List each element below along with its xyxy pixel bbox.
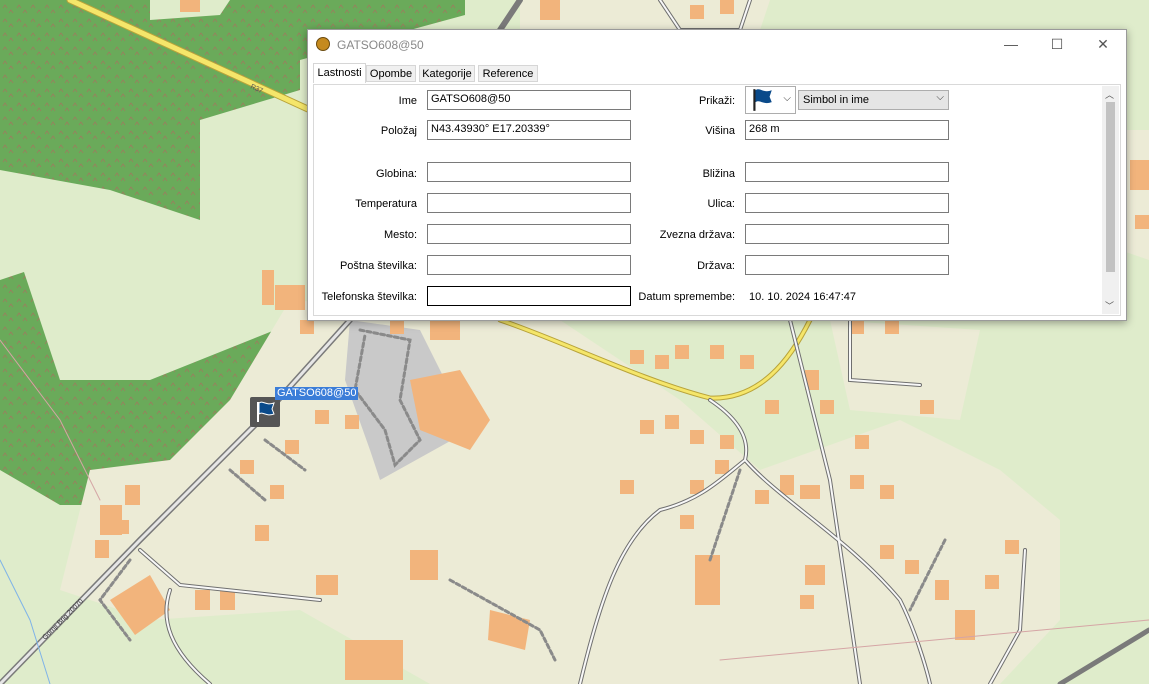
waypoint-marker[interactable] bbox=[250, 397, 280, 427]
maximize-button[interactable]: ☐ bbox=[1034, 30, 1080, 58]
scrollbar-thumb[interactable] bbox=[1106, 102, 1115, 272]
label-drzava: Država: bbox=[697, 260, 735, 272]
title-bar[interactable]: GATSO608@50 — ☐ ✕ bbox=[308, 30, 1126, 58]
telefonska-stevilka-field[interactable] bbox=[427, 286, 631, 306]
blue-flag-icon bbox=[257, 401, 275, 422]
symbol-picker[interactable]: ⌵ bbox=[745, 86, 796, 114]
display-mode-select[interactable]: Simbol in ime ⌵ bbox=[798, 90, 949, 110]
label-polozaj: Položaj bbox=[380, 125, 417, 137]
datum-spremembe-value: 10. 10. 2024 16:47:47 bbox=[749, 291, 857, 303]
label-datum-spremembe: Datum spremembe: bbox=[638, 291, 735, 303]
tab-lastnosti[interactable]: Lastnosti bbox=[313, 63, 366, 83]
app-icon bbox=[316, 37, 330, 51]
close-button[interactable]: ✕ bbox=[1080, 30, 1126, 58]
ime-field[interactable]: GATSO608@50 bbox=[427, 90, 631, 110]
waypoint-properties-window: GATSO608@50 — ☐ ✕ Lastnosti Opombe Kateg… bbox=[307, 29, 1127, 321]
mesto-field[interactable] bbox=[427, 224, 631, 244]
label-zvezna-drzava: Zvezna država: bbox=[659, 229, 735, 241]
properties-panel: Ime GATSO608@50 Položaj N43.43930° E17.2… bbox=[313, 84, 1121, 316]
globina-field[interactable] bbox=[427, 162, 631, 182]
tab-kategorije[interactable]: Kategorije bbox=[419, 65, 475, 82]
visina-field[interactable]: 268 m bbox=[745, 120, 949, 140]
zvezna-drzava-field[interactable] bbox=[745, 224, 949, 244]
polozaj-field[interactable]: N43.43930° E17.20339° bbox=[427, 120, 631, 140]
label-temperatura: Temperatura bbox=[355, 198, 417, 210]
chevron-down-icon: ⌵ bbox=[783, 93, 791, 104]
label-telefonska-stevilka: Telefonska številka: bbox=[321, 291, 417, 303]
vertical-scrollbar[interactable]: ︿ ﹀ bbox=[1102, 86, 1119, 314]
label-blizina: Bližina bbox=[702, 168, 735, 180]
window-title: GATSO608@50 bbox=[337, 38, 424, 52]
minimize-button[interactable]: — bbox=[988, 30, 1034, 58]
waypoint-label[interactable]: GATSO608@50 bbox=[275, 387, 359, 400]
tab-opombe[interactable]: Opombe bbox=[366, 65, 416, 82]
ulica-field[interactable] bbox=[745, 193, 949, 213]
scroll-up-icon[interactable]: ︿ bbox=[1105, 88, 1114, 101]
postna-stevilka-field[interactable] bbox=[427, 255, 631, 275]
display-mode-value: Simbol in ime bbox=[803, 94, 870, 106]
label-mesto: Mesto: bbox=[383, 229, 417, 241]
tab-reference[interactable]: Reference bbox=[478, 65, 538, 82]
blizina-field[interactable] bbox=[745, 162, 949, 182]
label-ime: Ime bbox=[398, 95, 417, 107]
label-visina: Višina bbox=[705, 125, 735, 137]
blue-flag-icon bbox=[753, 89, 772, 111]
label-globina: Globina: bbox=[376, 168, 417, 180]
label-prikazi: Prikaži: bbox=[698, 95, 735, 107]
label-postna-stevilka: Poštna številka: bbox=[339, 260, 417, 272]
chevron-down-icon: ⌵ bbox=[936, 92, 944, 103]
scroll-down-icon[interactable]: ﹀ bbox=[1105, 299, 1114, 312]
label-ulica: Ulica: bbox=[707, 198, 735, 210]
drzava-field[interactable] bbox=[745, 255, 949, 275]
temperatura-field[interactable] bbox=[427, 193, 631, 213]
built-area bbox=[830, 320, 980, 420]
